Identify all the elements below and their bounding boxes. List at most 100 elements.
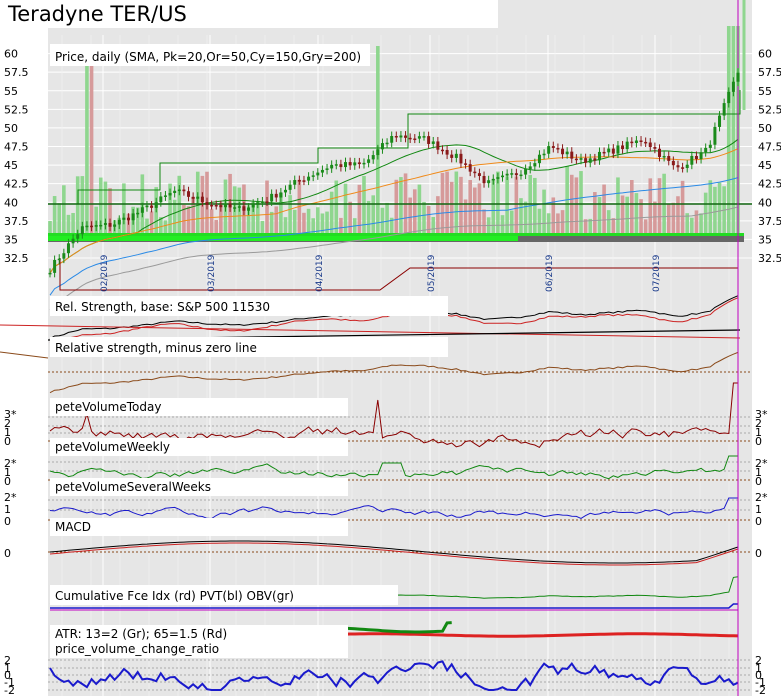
candle-body (482, 175, 486, 184)
candle-body (616, 145, 620, 154)
price-tick-right: 40 (758, 196, 772, 209)
volume-bar (399, 177, 403, 236)
x-tick-label: 05/2019 (427, 254, 437, 292)
volume-bar (722, 186, 726, 236)
price-tick-left: 57.5 (4, 66, 29, 79)
volume-bar (122, 183, 126, 236)
candle-body (344, 162, 348, 168)
volume-bar (209, 209, 214, 236)
volume-bar (463, 199, 468, 236)
candle-body (205, 202, 209, 205)
candle-body (408, 137, 412, 140)
volume-bar (320, 213, 325, 236)
candle-body (90, 225, 94, 228)
volume-bar (473, 187, 477, 236)
candle-body (607, 148, 611, 153)
candle-body (634, 140, 638, 143)
chart-area: Price, daily (SMA, Pk=20,Or=50,Cy=150,Gr… (0, 0, 781, 697)
candle-body (367, 159, 371, 163)
volume-bar (297, 179, 302, 236)
macd-tick-right: 0 (755, 547, 762, 560)
candle-body (514, 173, 518, 176)
volume-bar (459, 176, 463, 236)
macd-label: MACD (55, 520, 91, 534)
price-tick-right: 50 (758, 122, 772, 135)
candle-body (103, 223, 107, 225)
candle-body (593, 158, 597, 161)
candle-body (191, 196, 195, 199)
candle-body (297, 180, 301, 182)
candle-body (496, 177, 500, 179)
candle-body (99, 224, 103, 227)
price-tick-left: 47.5 (4, 141, 29, 154)
volume-bar (625, 196, 629, 236)
price-tick-left: 60 (4, 48, 18, 61)
candle-body (468, 164, 472, 172)
candle-body (597, 151, 601, 161)
candle-body (533, 163, 537, 167)
candle-body (168, 193, 172, 196)
volume-bar (75, 176, 80, 236)
volume-bar (657, 178, 662, 236)
vol-today-tick-right: 0 (755, 435, 762, 448)
volume-bar (620, 195, 625, 236)
volume-bar (422, 201, 426, 236)
candle-body (380, 143, 384, 150)
volume-bar (574, 177, 579, 236)
candle-body (399, 135, 403, 138)
candle-body (362, 162, 366, 165)
candle-body (579, 158, 583, 160)
candle-body (671, 160, 675, 166)
candle-body (371, 155, 375, 160)
candle-body (524, 168, 528, 175)
candle-body (611, 148, 615, 154)
price-tick-right: 47.5 (758, 141, 781, 154)
candle-body (126, 217, 130, 221)
candle-body (722, 103, 726, 116)
volume-bar (556, 213, 560, 236)
atr-label: ATR: 13=2 (Gr); 65=1.5 (Rd) (55, 627, 227, 641)
candle-body (713, 126, 717, 145)
pvcr-label: price_volume_change_ratio (55, 642, 219, 656)
candle-body (431, 141, 435, 144)
price-tick-left: 37.5 (4, 215, 29, 228)
volume-bar (694, 210, 699, 236)
candle-body (71, 238, 75, 244)
price-tick-right: 32.5 (758, 252, 781, 265)
candle-body (690, 155, 694, 165)
price-tick-right: 57.5 (758, 66, 781, 79)
candle-body (307, 176, 311, 181)
cfi-label: Cumulative Fce Idx (rd) PVT(bl) OBV(gr) (55, 589, 294, 603)
vol-weekly-tick-right: 0 (755, 475, 762, 488)
vol-today-tick-left: 0 (4, 435, 11, 448)
macd-tick-left: 0 (4, 547, 11, 560)
candle-body (547, 146, 551, 154)
candle-body (348, 162, 352, 166)
candle-body (427, 136, 431, 144)
volume-bar (537, 208, 542, 236)
volume-bar (376, 46, 380, 236)
candle-body (62, 253, 66, 259)
x-tick-label: 04/2019 (315, 254, 325, 292)
candle-body (708, 144, 712, 148)
candle-body (584, 158, 588, 163)
candle-body (625, 141, 629, 150)
candle-body (436, 141, 440, 150)
candle-body (630, 141, 634, 144)
volume-bar (362, 176, 366, 236)
candle-body (519, 174, 523, 177)
volume-bar (514, 176, 519, 236)
candle-body (187, 191, 191, 197)
candle-body (113, 224, 117, 227)
candle-body (122, 217, 126, 220)
candle-body (339, 164, 343, 168)
page-title: Teradyne TER/US (0, 0, 498, 28)
candle-body (163, 195, 167, 197)
candle-body (699, 152, 703, 160)
candle-body (658, 148, 662, 157)
candle-body (588, 158, 592, 163)
candle-body (477, 173, 481, 176)
volume-bar (629, 179, 634, 236)
volume-bar (186, 206, 191, 236)
price-tick-left: 55 (4, 85, 18, 98)
